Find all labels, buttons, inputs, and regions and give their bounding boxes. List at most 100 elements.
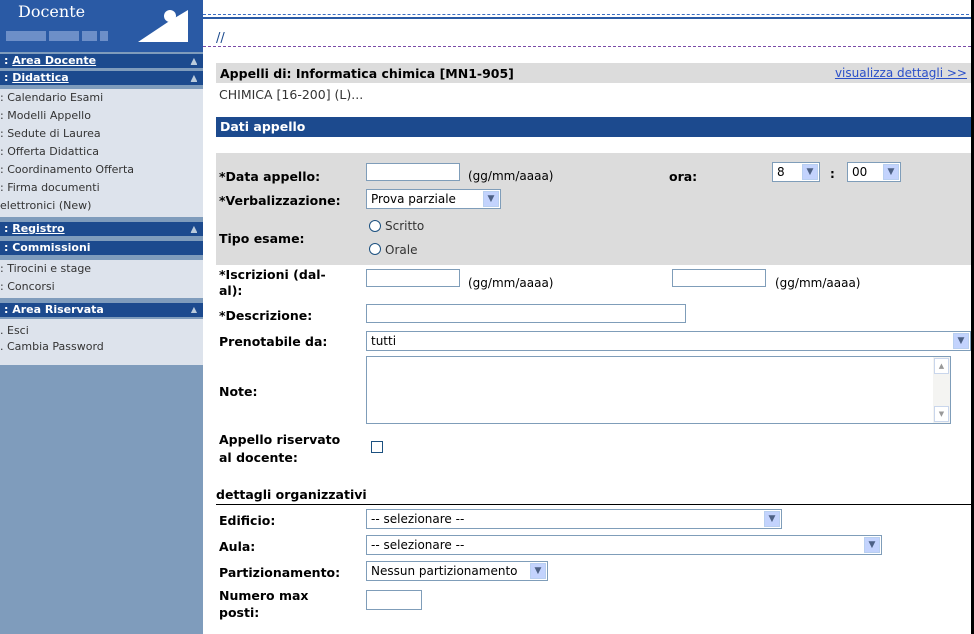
iscrizioni-label-line2: al): — [219, 283, 243, 298]
edificio-value: -- selezionare -- — [371, 512, 465, 526]
prenotabile-value: tutti — [371, 334, 397, 348]
note-scrollbar[interactable]: ▲ ▼ — [933, 357, 950, 423]
iscrizioni-dal-input[interactable] — [366, 269, 460, 287]
sidebar: Docente : Area Docente ▲ : Didattica ▲ :… — [0, 0, 203, 634]
registro-label: Registro — [12, 222, 65, 235]
iscrizioni-dal-hint: (gg/mm/aaaa) — [468, 276, 554, 290]
data-appello-label: *Data appello: — [219, 169, 321, 184]
logo: Docente — [0, 0, 203, 52]
logo-bars — [6, 30, 111, 44]
partizionamento-label: Partizionamento: — [219, 565, 341, 580]
didattica-menu: : Calendario Esami : Modelli Appello : S… — [0, 89, 203, 217]
verbalizzazione-select[interactable]: Prova parziale ▼ — [366, 189, 501, 209]
chevron-down-icon: ▼ — [864, 537, 880, 553]
ora-label: ora: — [669, 169, 698, 184]
area-riservata-label: Area Riservata — [12, 303, 104, 316]
riservata-menu: . Esci . Cambia Password — [0, 319, 203, 365]
data-appello-input[interactable] — [366, 163, 460, 181]
aula-label: Aula: — [219, 539, 256, 554]
descrizione-label: *Descrizione: — [219, 308, 313, 323]
verbalizzazione-value: Prova parziale — [371, 192, 456, 206]
iscrizioni-label-line1: *Iscrizioni (dal- — [219, 267, 326, 282]
scroll-down-icon[interactable]: ▼ — [934, 406, 949, 422]
edificio-select[interactable]: -- selezionare -- ▼ — [366, 509, 782, 529]
chevron-down-icon: ▼ — [953, 333, 969, 349]
sidebar-item-cambia-password[interactable]: . Cambia Password — [0, 339, 203, 355]
scroll-up-icon[interactable]: ▲ — [934, 358, 949, 374]
sidebar-item-tirocini[interactable]: : Tirocini e stage — [0, 260, 203, 278]
chevron-down-icon: ▼ — [764, 511, 780, 527]
sidebar-item-area-docente[interactable]: : Area Docente ▲ — [0, 54, 203, 68]
sidebar-item-didattica[interactable]: : Didattica ▲ — [0, 71, 203, 85]
aula-select[interactable]: -- selezionare -- ▼ — [366, 535, 882, 555]
didattica-label: Didattica — [12, 71, 69, 84]
logo-text: Docente — [18, 2, 86, 21]
scritto-radio[interactable] — [369, 220, 381, 232]
partizionamento-select[interactable]: Nessun partizionamento ▼ — [366, 561, 548, 581]
iscrizioni-al-hint: (gg/mm/aaaa) — [775, 276, 861, 290]
chevron-down-icon: ▼ — [483, 191, 499, 207]
appelli-header: Appelli di: Informatica chimica [MN1-905… — [216, 63, 971, 83]
sidebar-item-esci[interactable]: . Esci — [0, 323, 203, 339]
descrizione-input[interactable] — [366, 304, 686, 323]
date-format-hint: (gg/mm/aaaa) — [468, 169, 554, 183]
section-title-bar: Dati appello — [216, 117, 971, 137]
aula-value: -- selezionare -- — [371, 538, 465, 552]
numero-max-label-line1: Numero max — [219, 588, 309, 603]
sidebar-item-area-riservata[interactable]: : Area Riservata ▲ — [0, 303, 203, 317]
tipo-esame-label: Tipo esame: — [219, 231, 305, 246]
commissioni-menu: : Tirocini e stage : Concorsi — [0, 260, 203, 298]
orale-label: Orale — [385, 243, 418, 257]
visualizza-dettagli-link[interactable]: visualizza dettagli >> — [835, 66, 967, 80]
top-divider — [203, 14, 974, 15]
prenotabile-label: Prenotabile da: — [219, 334, 328, 349]
ora-minute-value: 00 — [852, 165, 868, 179]
top-divider-solid — [203, 17, 974, 19]
sidebar-item-sedute-laurea[interactable]: : Sedute di Laurea — [0, 125, 203, 143]
sidebar-item-modelli-appello[interactable]: : Modelli Appello — [0, 107, 203, 125]
note-label: Note: — [219, 384, 258, 399]
riservato-label-line1: Appello riservato — [219, 432, 341, 447]
sidebar-item-calendario-esami[interactable]: : Calendario Esami — [0, 89, 203, 107]
course-subtitle: CHIMICA [16-200] (L)... — [219, 87, 364, 102]
sidebar-item-commissioni[interactable]: : Commissioni — [0, 241, 203, 255]
ora-minute-select[interactable]: 00 ▼ — [847, 162, 901, 182]
org-section-title: dettagli organizzativi — [216, 487, 367, 502]
expand-arrow-icon: ▲ — [190, 224, 197, 233]
verbalizzazione-label: *Verbalizzazione: — [219, 193, 341, 208]
riservato-checkbox[interactable] — [371, 441, 383, 453]
iscrizioni-al-input[interactable] — [672, 269, 766, 287]
section-title: Dati appello — [220, 119, 306, 134]
area-docente-label: Area Docente — [12, 54, 97, 67]
prenotabile-select[interactable]: tutti ▼ — [366, 331, 971, 351]
note-textarea[interactable]: ▲ ▼ — [366, 356, 951, 424]
expand-arrow-icon: ▲ — [190, 56, 197, 65]
scritto-label: Scritto — [385, 219, 425, 233]
chevron-down-icon: ▼ — [530, 563, 546, 579]
page-title: Appelli di: Informatica chimica [MN1-905… — [220, 66, 514, 81]
sidebar-item-firma-documenti[interactable]: : Firma documenti — [0, 179, 203, 197]
sidebar-item-registro[interactable]: : Registro ▲ — [0, 222, 203, 236]
sidebar-item-concorsi[interactable]: : Concorsi — [0, 278, 203, 296]
numero-max-label-line2: posti: — [219, 605, 260, 620]
orale-radio[interactable] — [369, 243, 381, 255]
breadcrumb-divider — [203, 46, 971, 47]
chevron-down-icon: ▼ — [883, 164, 899, 180]
commissioni-label: Commissioni — [12, 241, 91, 254]
ora-hour-value: 8 — [777, 165, 785, 179]
ora-hour-select[interactable]: 8 ▼ — [772, 162, 820, 182]
teacher-logo-icon — [138, 10, 188, 42]
riservato-label-line2: al docente: — [219, 450, 298, 465]
numero-max-input[interactable] — [366, 590, 422, 610]
sidebar-item-firma-documenti-cont[interactable]: elettronici (New) — [0, 197, 203, 215]
org-divider — [216, 504, 971, 505]
expand-arrow-icon: ▲ — [190, 73, 197, 82]
sidebar-item-coordinamento-offerta[interactable]: : Coordinamento Offerta — [0, 161, 203, 179]
chevron-down-icon: ▼ — [802, 164, 818, 180]
expand-arrow-icon: ▲ — [190, 305, 197, 314]
edificio-label: Edificio: — [219, 513, 276, 528]
partizionamento-value: Nessun partizionamento — [371, 564, 518, 578]
breadcrumb: // — [216, 31, 225, 46]
sidebar-item-offerta-didattica[interactable]: : Offerta Didattica — [0, 143, 203, 161]
ora-separator: : — [830, 167, 835, 181]
